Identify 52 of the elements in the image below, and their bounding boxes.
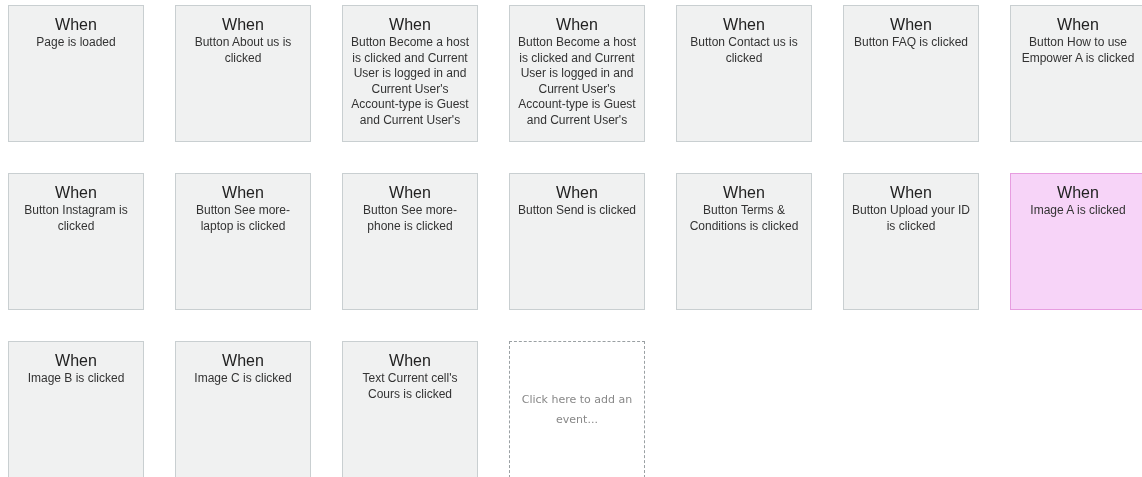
event-title: When bbox=[388, 15, 432, 34]
event-condition: Page is loaded bbox=[35, 35, 117, 51]
event-title: When bbox=[388, 183, 432, 202]
event-condition: Button Send is clicked bbox=[516, 203, 638, 219]
event-title: When bbox=[889, 15, 933, 34]
event-card[interactable]: When Button How to use Empower A is clicked bbox=[1010, 5, 1142, 142]
event-condition: Button Terms & Conditions is clicked bbox=[688, 203, 800, 234]
event-title: When bbox=[221, 183, 265, 202]
event-title: When bbox=[221, 15, 265, 34]
event-card[interactable]: When Button See more-laptop is clicked bbox=[175, 173, 311, 310]
event-title: When bbox=[388, 351, 432, 370]
event-condition: Button Contact us is clicked bbox=[689, 35, 799, 66]
event-condition: Button Instagram is clicked bbox=[23, 203, 129, 234]
event-title: When bbox=[54, 15, 98, 34]
event-title: When bbox=[722, 183, 766, 202]
event-title: When bbox=[54, 183, 98, 202]
event-card[interactable]: When Button About us is clicked bbox=[175, 5, 311, 142]
event-condition: Image B is clicked bbox=[26, 371, 126, 387]
event-card[interactable]: When Text Current cell's Cours is clicked bbox=[342, 341, 478, 477]
event-title: When bbox=[722, 15, 766, 34]
event-card[interactable]: When Button Send is clicked bbox=[509, 173, 645, 310]
event-condition: Button Upload your ID is clicked bbox=[850, 203, 972, 234]
event-card[interactable]: When Button Terms & Conditions is clicked bbox=[676, 173, 812, 310]
event-condition: Image A is clicked bbox=[1029, 203, 1127, 219]
event-condition: Button FAQ is clicked bbox=[852, 35, 969, 51]
event-title: When bbox=[555, 183, 599, 202]
event-card[interactable]: When Button FAQ is clicked bbox=[843, 5, 979, 142]
add-event-button[interactable]: Click here to add an event... bbox=[509, 341, 645, 477]
event-condition: Text Current cell's Cours is clicked bbox=[361, 371, 459, 402]
event-card[interactable]: When Page is loaded bbox=[8, 5, 144, 142]
event-title: When bbox=[54, 351, 98, 370]
event-title: When bbox=[1056, 183, 1100, 202]
event-card[interactable]: When Image C is clicked bbox=[175, 341, 311, 477]
event-card[interactable]: When Button Contact us is clicked bbox=[676, 5, 812, 142]
event-title: When bbox=[221, 351, 265, 370]
event-condition: Button Become a host is clicked and Current User is logged in and Current User's Account-type is Guest and Current User's bbox=[516, 35, 638, 128]
event-title: When bbox=[555, 15, 599, 34]
event-card[interactable]: When Button Upload your ID is clicked bbox=[843, 173, 979, 310]
event-card[interactable]: When Button Instagram is clicked bbox=[8, 173, 144, 310]
event-title: When bbox=[889, 183, 933, 202]
event-condition: Image C is clicked bbox=[193, 371, 293, 387]
event-card[interactable]: When Button Become a host is clicked and Current User is logged in and Current User's Account-type is Guest and Current User's bbox=[509, 5, 645, 142]
event-condition: Button How to use Empower A is clicked bbox=[1020, 35, 1136, 66]
event-condition: Button See more-laptop is clicked bbox=[194, 203, 292, 234]
event-card[interactable]: When Image A is clicked bbox=[1010, 173, 1142, 310]
event-condition: Button See more-phone is clicked bbox=[361, 203, 459, 234]
event-card[interactable]: When Image B is clicked bbox=[8, 341, 144, 477]
event-card[interactable]: When Button Become a host is clicked and Current User is logged in and Current User's Account-type is Guest and Current User's bbox=[342, 5, 478, 142]
event-condition: Button About us is clicked bbox=[193, 35, 293, 66]
event-card[interactable]: When Button See more-phone is clicked bbox=[342, 173, 478, 310]
event-condition: Button Become a host is clicked and Current User is logged in and Current User's Account-type is Guest and Current User's bbox=[349, 35, 471, 128]
event-title: When bbox=[1056, 15, 1100, 34]
